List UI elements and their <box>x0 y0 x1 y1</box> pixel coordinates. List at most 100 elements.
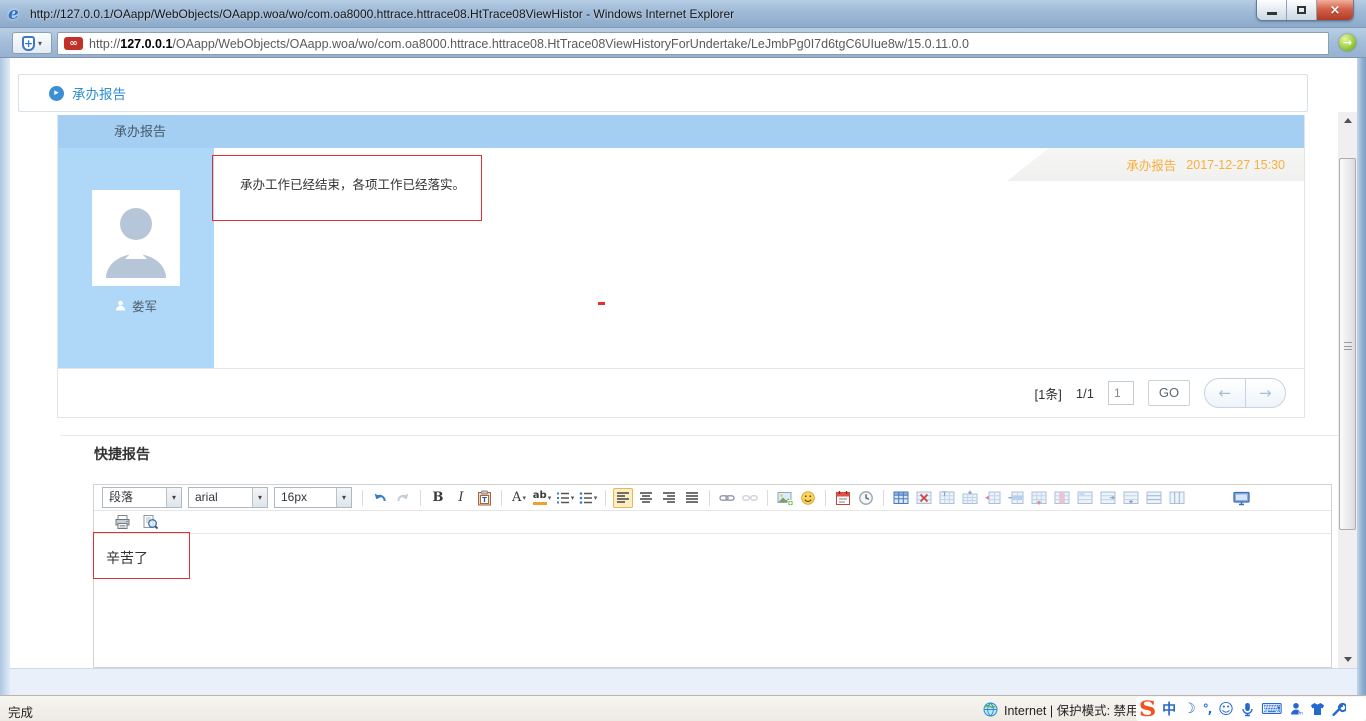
address-input[interactable]: ∞ http://127.0.0.1/OAapp/WebObjects/OAap… <box>57 32 1329 55</box>
align-justify-icon[interactable] <box>682 488 702 508</box>
ime-punctuation-icon[interactable]: °, <box>1203 702 1212 716</box>
undo-icon[interactable] <box>370 488 390 508</box>
insert-cell-icon[interactable] <box>1121 488 1141 508</box>
ime-language-mode[interactable]: 中 <box>1162 699 1176 719</box>
insert-date-icon[interactable] <box>833 488 853 508</box>
quick-report-title: 快捷报告 <box>94 444 150 464</box>
delete-column-icon[interactable] <box>1052 488 1072 508</box>
ie-logo-icon: e <box>8 4 26 22</box>
paste-as-text-icon[interactable]: T <box>474 488 494 508</box>
pagination-bar: [1条] 1/1 GO ← → <box>58 368 1304 417</box>
delete-row-icon[interactable] <box>1006 488 1026 508</box>
address-bar: + ▾ ∞ http://127.0.0.1/OAapp/WebObjects/… <box>0 28 1366 58</box>
insert-time-icon[interactable] <box>856 488 876 508</box>
add-favorite-icon: + <box>22 36 35 51</box>
insert-emoticon-icon[interactable] <box>798 488 818 508</box>
align-right-icon[interactable] <box>659 488 679 508</box>
page-bottom-strip <box>10 668 1357 695</box>
editor-toolbar: 段落 ▾ arial ▾ 16px ▾ B I T <box>94 485 1331 511</box>
insert-row-icon[interactable] <box>983 488 1003 508</box>
internet-globe-icon <box>983 702 998 717</box>
font-size-select[interactable]: 16px ▾ <box>274 487 352 508</box>
page-indicator: 1/1 <box>1076 386 1094 401</box>
prev-page-button[interactable]: ← <box>1205 379 1245 407</box>
ime-emoticon-icon[interactable]: ☺ <box>1218 700 1234 718</box>
font-color-icon[interactable]: A▾ <box>509 488 529 508</box>
editor-text: 辛苦了 <box>106 548 148 568</box>
highlight-color-icon[interactable]: ab▾ <box>532 488 552 508</box>
pagination-go-button[interactable]: GO <box>1148 380 1190 406</box>
fullscreen-icon[interactable] <box>1231 488 1251 508</box>
user-icon <box>115 300 126 311</box>
section-divider <box>60 435 1345 436</box>
insert-image-icon[interactable] <box>775 488 795 508</box>
avatar-silhouette-icon <box>92 190 180 286</box>
ime-toolbox-icon[interactable] <box>1332 702 1346 716</box>
report-type-banner: 承办报告 2017-12-27 15:30 <box>1007 148 1304 181</box>
editor-content-area[interactable]: 辛苦了 <box>94 534 1331 667</box>
italic-icon[interactable]: I <box>451 488 471 508</box>
arrow-up-icon <box>1344 118 1352 123</box>
minimize-button[interactable] <box>1257 0 1287 20</box>
ime-login-icon[interactable]: m <box>1290 702 1303 716</box>
align-left-icon[interactable] <box>613 488 633 508</box>
insert-column-icon[interactable] <box>1029 488 1049 508</box>
merge-cells-icon[interactable] <box>1075 488 1095 508</box>
cursor-mark <box>598 302 605 305</box>
insert-link-icon[interactable] <box>717 488 737 508</box>
print-preview-icon[interactable] <box>140 512 160 532</box>
align-center-icon[interactable] <box>636 488 656 508</box>
toolbar-separator <box>605 490 606 506</box>
ime-voice-icon[interactable] <box>1241 702 1254 717</box>
next-page-button[interactable]: → <box>1246 379 1286 407</box>
vertical-scrollbar[interactable] <box>1338 112 1357 668</box>
maximize-button[interactable] <box>1287 0 1317 20</box>
scroll-down-button[interactable] <box>1338 651 1357 668</box>
row-properties-icon[interactable] <box>960 488 980 508</box>
numbered-list-icon[interactable]: ▾ <box>555 488 575 508</box>
ime-keyboard-icon[interactable]: ⌨ <box>1261 700 1283 718</box>
toolbar-separator <box>420 490 421 506</box>
rich-text-editor: 段落 ▾ arial ▾ 16px ▾ B I T <box>93 484 1332 668</box>
ime-fullwidth-icon[interactable]: ☽ <box>1183 701 1196 717</box>
close-button[interactable]: × <box>1317 0 1353 20</box>
ime-toolbar: S 中 ☽ °, ☺ ⌨ m <box>1136 697 1366 721</box>
remove-link-icon[interactable] <box>740 488 760 508</box>
go-navigate-button[interactable]: → <box>1339 34 1356 51</box>
window-frame-left <box>0 58 10 695</box>
delete-table-icon[interactable] <box>914 488 934 508</box>
sogou-logo-icon[interactable]: S <box>1139 698 1156 720</box>
avatar <box>92 190 180 286</box>
table-column-layout-icon[interactable] <box>1167 488 1187 508</box>
add-favorites-button[interactable]: + ▾ <box>12 32 52 54</box>
cell-properties-icon[interactable]: T <box>937 488 957 508</box>
bullet-list-icon[interactable]: ▾ <box>578 488 598 508</box>
toolbar-separator <box>767 490 768 506</box>
print-icon[interactable] <box>112 512 132 532</box>
split-cells-icon[interactable] <box>1098 488 1118 508</box>
ime-skin-icon[interactable] <box>1310 702 1325 716</box>
redo-icon[interactable] <box>393 488 413 508</box>
chevron-down-icon: ▾ <box>166 488 181 507</box>
pager-arrows: ← → <box>1204 378 1286 408</box>
page-number-input[interactable] <box>1108 381 1134 405</box>
toolbar-separator <box>362 490 363 506</box>
table-row-layout-icon[interactable] <box>1144 488 1164 508</box>
zone-text: Internet | 保护模式: 禁用 <box>1004 700 1139 719</box>
insert-table-icon[interactable] <box>891 488 911 508</box>
toolbar-separator <box>501 490 502 506</box>
toolbar-separator <box>883 490 884 506</box>
security-zone: Internet | 保护模式: 禁用 <box>983 700 1139 719</box>
font-size-value: 16px <box>275 488 336 507</box>
window-titlebar: e http://127.0.0.1/OAapp/WebObjects/OAap… <box>0 0 1366 28</box>
window-controls: × <box>1256 0 1354 21</box>
author-name: 娄军 <box>132 296 157 315</box>
bold-icon[interactable]: B <box>428 488 448 508</box>
report-panel: 承办报告 娄军 <box>57 115 1305 418</box>
paragraph-format-select[interactable]: 段落 ▾ <box>102 487 182 508</box>
page-title: 承办报告 <box>72 83 126 103</box>
author-panel: 娄军 <box>58 148 214 368</box>
scrollbar-thumb[interactable] <box>1339 158 1356 530</box>
scroll-up-button[interactable] <box>1338 112 1357 129</box>
font-family-select[interactable]: arial ▾ <box>188 487 268 508</box>
